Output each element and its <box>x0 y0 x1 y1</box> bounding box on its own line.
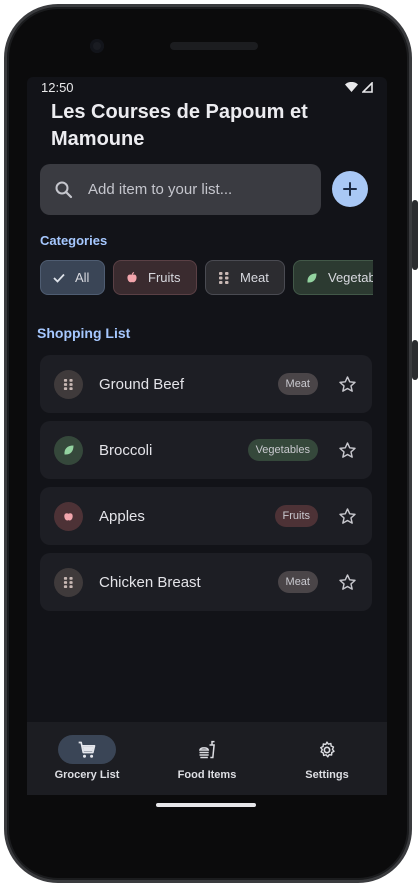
app-screen: 12:50 Les Courses de Papoum et Mamoune A… <box>27 77 387 795</box>
nav-grocery-list[interactable]: Grocery List <box>27 722 147 795</box>
nav-settings-label: Settings <box>305 769 349 781</box>
list-item[interactable]: Chicken Breast Meat <box>40 553 372 611</box>
shopping-list-heading: Shopping List <box>37 325 131 341</box>
apple-icon <box>127 271 137 282</box>
chip-vegetables[interactable]: Vegetab <box>293 260 373 295</box>
item-name: Chicken Breast <box>99 573 201 591</box>
home-indicator[interactable] <box>156 803 256 807</box>
chip-fruits-label: Fruits <box>148 270 181 285</box>
status-time: 12:50 <box>41 79 74 95</box>
search-placeholder: Add item to your list... <box>88 181 233 198</box>
list-item[interactable]: Ground Beef Meat <box>40 355 372 413</box>
front-camera <box>90 39 104 53</box>
earpiece-speaker <box>170 42 258 50</box>
wifi-icon <box>345 81 358 92</box>
list-item[interactable]: Broccoli Vegetables <box>40 421 372 479</box>
leaf-icon <box>54 435 83 465</box>
list-item[interactable]: Apples Fruits <box>40 487 372 545</box>
item-name: Broccoli <box>99 441 153 459</box>
check-icon <box>53 273 65 283</box>
apple-icon <box>54 501 83 531</box>
item-name: Apples <box>99 507 145 525</box>
cart-icon <box>78 741 96 758</box>
meat-icon <box>219 271 229 284</box>
gear-icon <box>320 740 335 758</box>
chip-meat-label: Meat <box>240 270 269 285</box>
chip-vegetables-label: Vegetab <box>328 270 373 285</box>
category-badge: Meat <box>277 373 318 395</box>
chip-all[interactable]: All <box>40 260 105 295</box>
favorite-star-icon[interactable] <box>336 373 358 395</box>
shopping-list: Ground Beef Meat Broccoli Vegetables App… <box>40 355 372 619</box>
meat-icon <box>54 369 83 399</box>
chip-all-label: All <box>75 270 90 285</box>
meat-icon <box>54 567 83 597</box>
add-item-button[interactable] <box>332 171 368 207</box>
nav-grocery-list-label: Grocery List <box>54 769 120 781</box>
favorite-star-icon[interactable] <box>336 571 358 593</box>
chip-fruits[interactable]: Fruits <box>113 260 197 295</box>
search-input[interactable]: Add item to your list... <box>40 164 321 215</box>
volume-button <box>412 200 418 270</box>
category-badge: Meat <box>277 571 318 593</box>
item-name: Ground Beef <box>99 375 185 393</box>
nav-food-items-label: Food Items <box>177 769 237 781</box>
categories-heading: Categories <box>40 233 108 248</box>
status-bar: 12:50 <box>27 77 387 97</box>
category-chips: All Fruits Meat Vegetab <box>40 260 373 296</box>
plus-icon <box>343 182 357 196</box>
category-badge: Vegetables <box>247 439 318 461</box>
favorite-star-icon[interactable] <box>336 505 358 527</box>
chip-meat[interactable]: Meat <box>205 260 285 295</box>
signal-icon <box>362 81 373 93</box>
category-badge: Fruits <box>274 505 318 527</box>
leaf-icon <box>307 273 317 283</box>
fastfood-icon <box>199 740 215 758</box>
favorite-star-icon[interactable] <box>336 439 358 461</box>
search-icon <box>55 181 73 198</box>
nav-food-items[interactable]: Food Items <box>147 722 267 795</box>
app-title: Les Courses de Papoum et Mamoune <box>51 101 308 150</box>
power-button <box>412 340 418 380</box>
nav-settings[interactable]: Settings <box>267 722 387 795</box>
bottom-navigation: Grocery List Food Items Settings <box>27 722 387 795</box>
